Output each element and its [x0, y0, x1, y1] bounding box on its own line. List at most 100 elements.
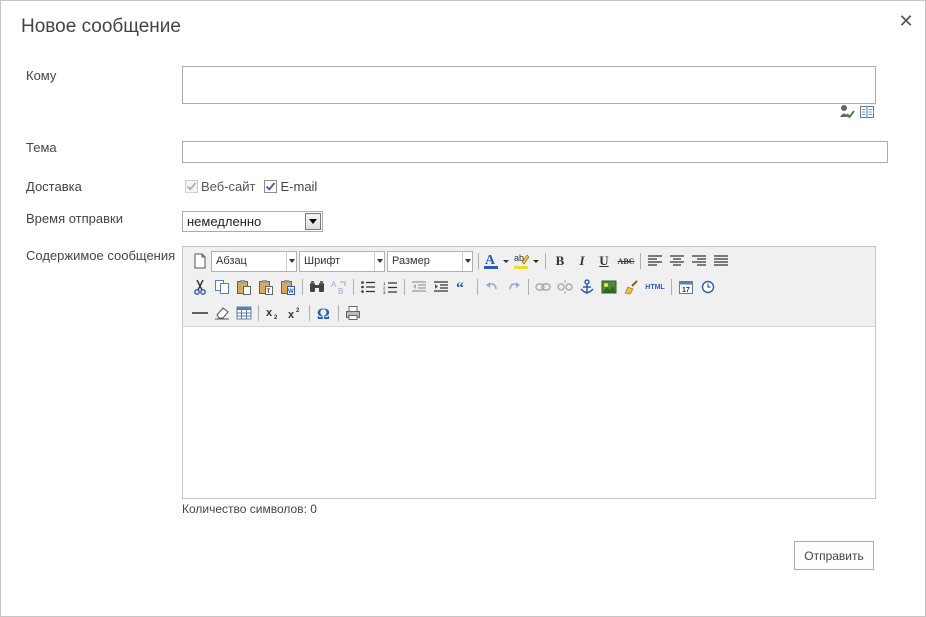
numbered-list-icon[interactable]: 123	[379, 276, 401, 298]
svg-text:x: x	[266, 307, 273, 319]
send-time-value: немедленно	[187, 214, 262, 229]
toolbar-separator	[640, 253, 641, 269]
dialog-title: Новое сообщение	[21, 16, 181, 37]
paste-word-icon[interactable]: W	[277, 276, 299, 298]
toolbar-separator	[258, 305, 259, 321]
undo-icon[interactable]	[481, 276, 503, 298]
send-button[interactable]: Отправить	[794, 541, 874, 570]
align-justify-icon[interactable]	[710, 250, 732, 272]
new-message-dialog: Новое сообщение ✕ Кому Тема Доставка Веб…	[0, 0, 926, 617]
send-time-select[interactable]: немедленно	[182, 211, 323, 232]
subject-label: Тема	[26, 140, 57, 155]
paste-icon[interactable]	[233, 276, 255, 298]
align-center-icon[interactable]	[666, 250, 688, 272]
time-icon[interactable]	[697, 276, 719, 298]
to-picker-icons	[839, 104, 875, 120]
font-color-icon[interactable]: A	[482, 250, 512, 272]
subscript-icon[interactable]: x2	[262, 302, 284, 324]
clean-format-icon[interactable]	[620, 276, 642, 298]
svg-text:B: B	[338, 287, 343, 295]
redo-icon[interactable]	[503, 276, 525, 298]
email-checkbox[interactable]	[264, 180, 278, 193]
bold-button[interactable]: B	[549, 250, 571, 272]
blockquote-icon[interactable]: “	[452, 276, 474, 298]
font-combo[interactable]: Шрифт	[299, 250, 385, 272]
image-icon[interactable]	[598, 276, 620, 298]
unlink-icon[interactable]	[554, 276, 576, 298]
chevron-down-icon	[374, 251, 384, 271]
align-right-icon[interactable]	[688, 250, 710, 272]
size-combo[interactable]: Размер	[387, 250, 473, 272]
delivery-options: Веб-сайт E-mail	[185, 179, 326, 194]
character-count: Количество символов: 0	[182, 502, 317, 516]
to-label: Кому	[26, 68, 57, 83]
underline-button[interactable]: U	[593, 250, 615, 272]
svg-text:“: “	[456, 281, 464, 293]
replace-icon[interactable]: AB	[328, 276, 350, 298]
website-checkbox-label: Веб-сайт	[201, 179, 256, 194]
svg-text:3: 3	[383, 290, 386, 294]
outdent-icon[interactable]	[408, 276, 430, 298]
print-icon[interactable]	[342, 302, 364, 324]
close-icon[interactable]: ✕	[896, 11, 916, 31]
link-icon[interactable]	[532, 276, 554, 298]
date-icon[interactable]: 17	[675, 276, 697, 298]
paste-text-icon[interactable]: T	[255, 276, 277, 298]
superscript-icon[interactable]: x2	[284, 302, 306, 324]
check-names-icon[interactable]	[839, 104, 855, 120]
toolbar-row-1: Абзац Шрифт Размер A ab B I U ABC	[189, 250, 732, 272]
send-time-label: Время отправки	[26, 211, 123, 226]
chevron-down-icon	[462, 251, 472, 271]
svg-text:Ω: Ω	[317, 306, 330, 321]
paragraph-combo-value: Абзац	[216, 254, 247, 267]
toolbar-separator	[338, 305, 339, 321]
eraser-icon[interactable]	[211, 302, 233, 324]
svg-text:T: T	[267, 289, 271, 295]
anchor-icon[interactable]	[576, 276, 598, 298]
svg-text:17: 17	[682, 287, 690, 294]
cut-icon[interactable]	[189, 276, 211, 298]
delivery-label: Доставка	[26, 179, 82, 194]
chevron-down-icon	[286, 251, 296, 271]
svg-text:2: 2	[274, 315, 278, 320]
svg-text:A: A	[485, 253, 496, 268]
paragraph-combo[interactable]: Абзац	[211, 250, 297, 272]
message-content-area[interactable]	[183, 328, 875, 498]
editor-toolbar: Абзац Шрифт Размер A ab B I U ABC T W A …	[183, 247, 875, 327]
align-left-icon[interactable]	[644, 250, 666, 272]
horizontal-rule-icon[interactable]	[189, 302, 211, 324]
italic-button[interactable]: I	[571, 250, 593, 272]
font-combo-value: Шрифт	[304, 254, 341, 267]
toolbar-separator	[545, 253, 546, 269]
toolbar-row-2: T W AB 123 “ HTML 17	[189, 276, 719, 298]
toolbar-separator	[671, 279, 672, 295]
toolbar-separator	[404, 279, 405, 295]
table-icon[interactable]	[233, 302, 255, 324]
toolbar-row-3: x2 x2 Ω	[189, 302, 364, 324]
subject-input[interactable]	[182, 141, 888, 163]
toolbar-separator	[353, 279, 354, 295]
find-icon[interactable]	[306, 276, 328, 298]
size-combo-value: Размер	[392, 254, 430, 267]
rich-text-editor: Абзац Шрифт Размер A ab B I U ABC T W A …	[182, 246, 876, 499]
toolbar-separator	[309, 305, 310, 321]
highlight-color-icon[interactable]: ab	[512, 250, 542, 272]
new-document-icon[interactable]	[189, 250, 211, 272]
dropdown-arrow-icon[interactable]	[305, 213, 321, 230]
html-source-button[interactable]: HTML	[642, 276, 668, 298]
svg-text:A: A	[331, 280, 337, 289]
strikethrough-button[interactable]: ABC	[615, 250, 637, 272]
svg-text:2: 2	[296, 308, 300, 314]
toolbar-separator	[528, 279, 529, 295]
copy-icon[interactable]	[211, 276, 233, 298]
special-char-icon[interactable]: Ω	[313, 302, 335, 324]
indent-icon[interactable]	[430, 276, 452, 298]
svg-text:x: x	[288, 309, 295, 320]
content-label: Содержимое сообщения	[26, 248, 176, 263]
toolbar-separator	[302, 279, 303, 295]
address-book-icon[interactable]	[859, 104, 875, 120]
bulleted-list-icon[interactable]	[357, 276, 379, 298]
website-checkbox[interactable]	[185, 180, 198, 193]
toolbar-separator	[478, 253, 479, 269]
to-input[interactable]	[182, 66, 876, 104]
